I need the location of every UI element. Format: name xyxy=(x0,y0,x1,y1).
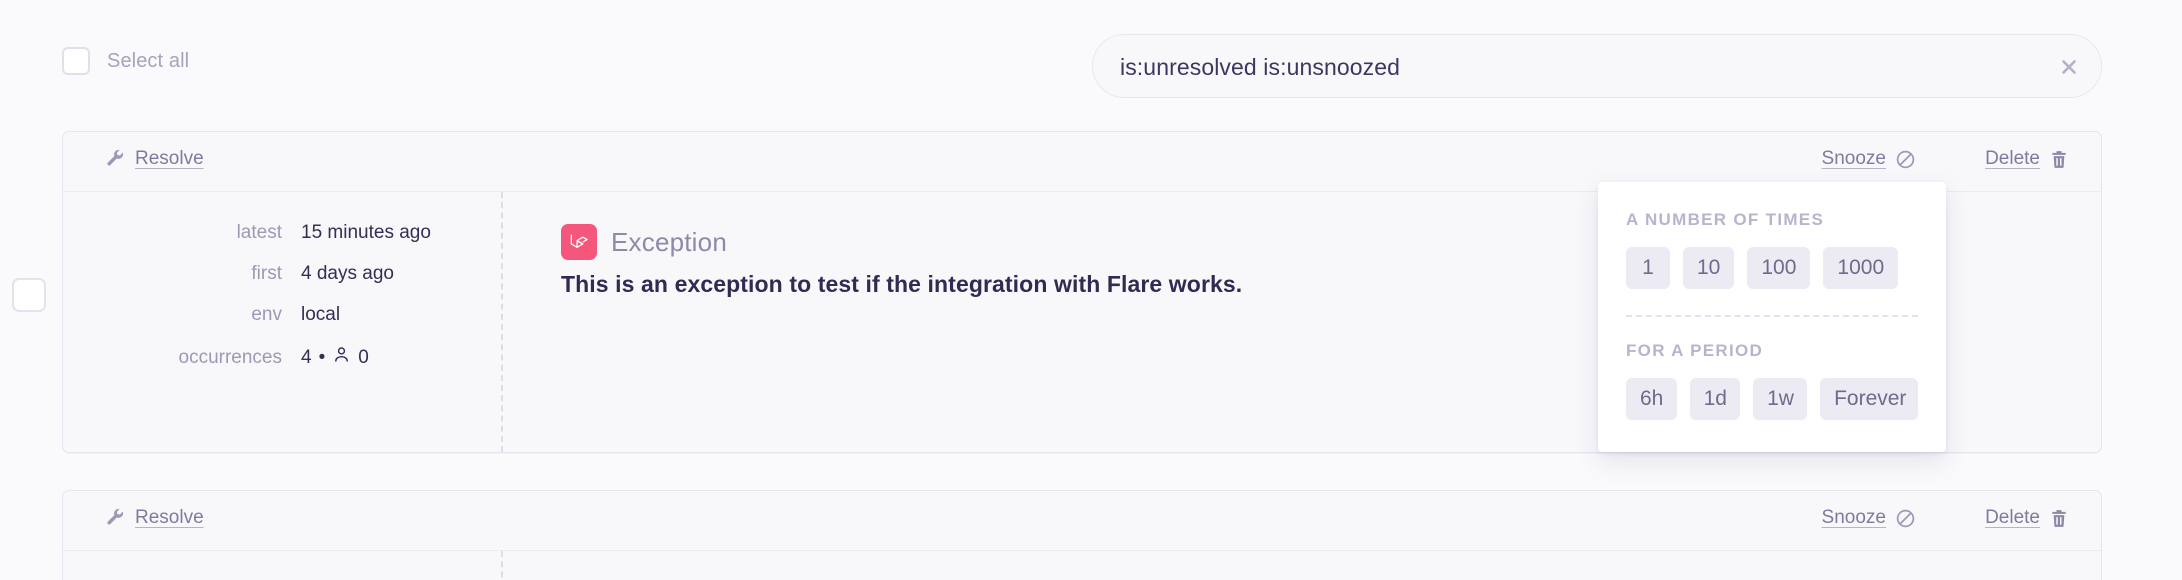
affected-users-count: 0 xyxy=(358,346,369,368)
snooze-period-option[interactable]: 6h xyxy=(1626,378,1677,420)
metadata-value: local xyxy=(301,304,341,325)
snooze-dropdown[interactable]: A NUMBER OF TIMES 1 10 100 1000 FOR A PE… xyxy=(1598,182,1946,452)
snooze-times-option[interactable]: 100 xyxy=(1747,247,1811,289)
snooze-button[interactable]: Snooze xyxy=(1822,507,1916,529)
issue-card[interactable]: Resolve Snooze Delete xyxy=(62,490,2102,580)
snooze-button[interactable]: Snooze xyxy=(1822,148,1916,170)
close-icon[interactable] xyxy=(2059,35,2079,99)
no-entry-icon xyxy=(1895,149,1916,170)
occurrences-value: 4 • 0 xyxy=(301,345,369,370)
wrench-icon xyxy=(105,508,126,529)
metadata-row: env local xyxy=(63,304,501,331)
list-toolbar: Select all is:unresolved is:unsnoozed xyxy=(0,0,2182,130)
delete-button[interactable]: Delete xyxy=(1985,507,2069,529)
laravel-icon xyxy=(561,224,597,260)
resolve-button[interactable]: Resolve xyxy=(105,148,204,170)
snooze-times-heading: A NUMBER OF TIMES xyxy=(1626,210,1825,229)
snooze-times-options: 1 10 100 1000 xyxy=(1626,247,1918,289)
column-divider xyxy=(501,192,503,452)
column-divider xyxy=(501,551,503,580)
issue-metadata: latest 15 minutes ago first 4 days ago e… xyxy=(63,222,501,386)
delete-label: Delete xyxy=(1985,507,2040,528)
separator-dot: • xyxy=(318,346,326,368)
resolve-label: Resolve xyxy=(135,148,204,169)
snooze-period-option[interactable]: 1d xyxy=(1689,378,1741,420)
issues-list-page: Select all is:unresolved is:unsnoozed Re… xyxy=(0,0,2182,580)
metadata-key: latest xyxy=(236,222,282,243)
select-all-checkbox[interactable] xyxy=(62,47,90,75)
select-all-control[interactable]: Select all xyxy=(62,47,189,75)
snooze-times-option[interactable]: 1000 xyxy=(1823,247,1899,289)
delete-button[interactable]: Delete xyxy=(1985,148,2069,170)
trash-icon xyxy=(2049,508,2069,529)
metadata-key: first xyxy=(251,263,282,284)
metadata-row: latest 15 minutes ago xyxy=(63,222,501,249)
metadata-row: first 4 days ago xyxy=(63,263,501,290)
issue-summary[interactable]: Exception This is an exception to test i… xyxy=(561,224,1242,298)
panel-divider xyxy=(1626,315,1918,317)
user-icon xyxy=(332,345,351,370)
issue-message: This is an exception to test if the inte… xyxy=(561,271,1243,297)
metadata-value: 15 minutes ago xyxy=(301,222,431,243)
issue-card-header: Resolve Snooze Delete xyxy=(63,491,2101,551)
issue-card-body xyxy=(63,551,2101,580)
issue-type-row: Exception xyxy=(561,224,1242,260)
search-input[interactable]: is:unresolved is:unsnoozed xyxy=(1092,34,2102,98)
resolve-label: Resolve xyxy=(135,507,204,528)
snooze-label: Snooze xyxy=(1821,507,1886,528)
occurrences-key: occurrences xyxy=(178,346,283,368)
select-all-label: Select all xyxy=(107,49,190,72)
occurrences-row: occurrences 4 • 0 xyxy=(63,345,501,372)
snooze-period-heading: FOR A PERIOD xyxy=(1626,341,1764,360)
metadata-key: env xyxy=(251,304,282,325)
wrench-icon xyxy=(105,149,126,170)
delete-label: Delete xyxy=(1985,148,2040,169)
snooze-label: Snooze xyxy=(1821,148,1886,169)
snooze-period-option[interactable]: Forever xyxy=(1820,378,1918,420)
search-input-value[interactable]: is:unresolved is:unsnoozed xyxy=(1120,35,1400,99)
issue-select-checkbox[interactable] xyxy=(12,278,46,312)
trash-icon xyxy=(2049,149,2069,170)
snooze-period-option[interactable]: 1w xyxy=(1753,378,1808,420)
snooze-period-options: 6h 1d 1w Forever xyxy=(1626,378,1918,420)
issue-type-label: Exception xyxy=(611,226,727,257)
snooze-times-option[interactable]: 10 xyxy=(1683,247,1735,289)
no-entry-icon xyxy=(1895,508,1916,529)
resolve-button[interactable]: Resolve xyxy=(105,507,204,529)
occurrences-count: 4 xyxy=(301,346,312,368)
snooze-times-option[interactable]: 1 xyxy=(1626,247,1670,289)
metadata-value: 4 days ago xyxy=(301,263,394,284)
